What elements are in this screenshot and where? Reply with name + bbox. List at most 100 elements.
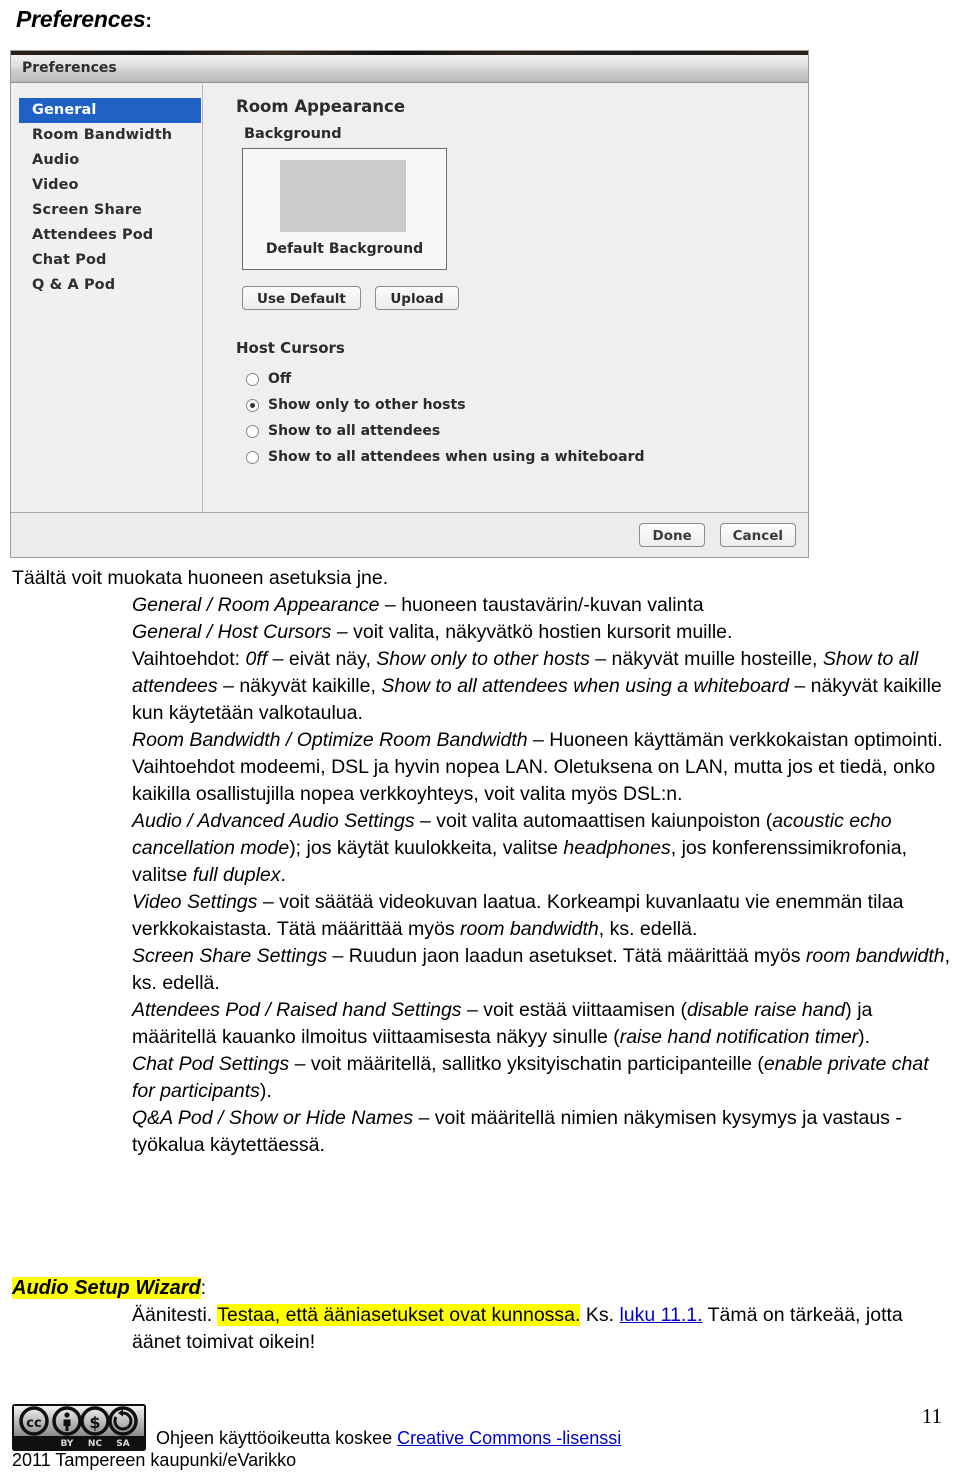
radio-icon <box>246 424 259 438</box>
section-title-room-appearance: Room Appearance <box>236 97 406 116</box>
option-hosts: Show only to other hosts <box>376 648 590 670</box>
item-room-bandwidth: Room Bandwidth / Optimize Room Bandwidth… <box>12 727 952 808</box>
svg-text:NC: NC <box>88 1439 103 1449</box>
radio-option-label: Off <box>268 371 292 387</box>
background-preview-box[interactable]: Default Background <box>242 148 447 270</box>
use-default-button[interactable]: Use Default <box>242 286 361 310</box>
dash: – <box>379 594 402 616</box>
copyright-line: 2011 Tampereen kaupunki/eVarikko <box>12 1450 297 1470</box>
group-label-host-cursors: Host Cursors <box>236 339 345 357</box>
background-thumbnail-caption: Default Background <box>265 241 424 257</box>
desc-room-appearance: huoneen taustavärin/-kuvan valinta <box>401 594 704 616</box>
radio-option-show-only-to-other-hosts[interactable]: Show only to other hosts <box>246 392 645 418</box>
upload-button[interactable]: Upload <box>375 286 459 310</box>
body-text: Täältä voit muokata huoneen asetuksia jn… <box>12 565 952 1159</box>
radio-option-show-to-all-attendees[interactable]: Show to all attendees <box>246 418 645 444</box>
radio-selected-icon <box>246 398 259 412</box>
term-chat-pod-settings: Chat Pod Settings <box>132 1053 290 1075</box>
option-all-tail: – näkyvät kaikille, <box>217 675 382 697</box>
creative-commons-link[interactable]: Creative Commons -lisenssi <box>397 1428 621 1448</box>
sidebar-nav-list: General Room Bandwidth Audio Video Scree… <box>11 98 202 298</box>
svg-text:$: $ <box>89 1413 100 1432</box>
dialog-title: Preferences <box>22 60 117 76</box>
page-title-text: Preferences <box>16 6 146 32</box>
svg-text:SA: SA <box>116 1439 129 1449</box>
option-hosts-tail: – näkyvät muille hosteille, <box>589 648 823 670</box>
audio-em-3: full duplex <box>192 864 281 886</box>
video-em-1: room bandwidth <box>460 918 599 940</box>
attendees-em-2: raise hand notification timer <box>619 1026 859 1048</box>
item-attendees-pod-settings: Attendees Pod / Raised hand Settings – v… <box>12 997 952 1051</box>
term-room-bandwidth: Room Bandwidth / Optimize Room Bandwidth <box>132 729 528 751</box>
sidebar-item-room-bandwidth[interactable]: Room Bandwidth <box>19 123 201 148</box>
sidebar-item-audio[interactable]: Audio <box>19 148 201 173</box>
page-number: 11 <box>921 1404 942 1428</box>
radio-option-off[interactable]: Off <box>246 366 645 392</box>
item-chat-pod-settings: Chat Pod Settings – voit määritellä, sal… <box>12 1051 952 1105</box>
audio-setup-wizard-colon: : <box>200 1277 207 1299</box>
audio-text-1: – voit valita automaattisen kaiunpoiston… <box>414 810 773 832</box>
radio-icon <box>246 450 259 464</box>
item-video-settings: Video Settings – voit säätää videokuvan … <box>12 889 952 943</box>
item-room-appearance: General / Room Appearance – huoneen taus… <box>12 592 952 619</box>
sidebar-item-general[interactable]: General <box>19 98 201 123</box>
sidebar-item-attendees-pod[interactable]: Attendees Pod <box>19 223 201 248</box>
radio-option-show-to-all-attendees-whiteboard[interactable]: Show to all attendees when using a white… <box>246 444 645 470</box>
item-qa-pod-settings: Q&A Pod / Show or Hide Names – voit määr… <box>12 1105 952 1159</box>
audio-em-2: headphones <box>563 837 671 859</box>
desc-host-cursors: voit valita, näkyvätkö hostien kursorit … <box>353 621 733 643</box>
svg-text:cc: cc <box>26 1416 41 1431</box>
page-title: Preferences: <box>16 6 152 33</box>
dialog-footer-buttons: Done Cancel <box>629 523 796 547</box>
video-text-2: , ks. edellä. <box>598 918 698 940</box>
audio-setup-wizard-section: Audio Setup Wizard: Äänitesti. Testaa, e… <box>12 1275 952 1356</box>
audio-setup-wizard-body: Äänitesti. Testaa, että ääniasetukset ov… <box>12 1302 952 1356</box>
attendees-text-3: ). <box>858 1026 871 1048</box>
item-audio-settings: Audio / Advanced Audio Settings – voit v… <box>12 808 952 889</box>
dash: – <box>331 621 354 643</box>
sidebar-item-qa-pod[interactable]: Q & A Pod <box>19 273 201 298</box>
sidebar-item-video[interactable]: Video <box>19 173 201 198</box>
option-whiteboard: Show to all attendees when using a white… <box>381 675 789 697</box>
audio-setup-wizard-heading: Audio Setup Wizard <box>12 1277 201 1299</box>
attendees-em-1: disable raise hand <box>687 999 846 1021</box>
license-text: Ohjeen käyttöoikeutta koskee <box>156 1428 398 1448</box>
screen-text-1: – Ruudun jaon laadun asetukset. Tätä mää… <box>327 945 806 967</box>
radio-option-label: Show to all attendees <box>268 423 441 439</box>
term-qa-pod-settings: Q&A Pod / Show or Hide Names <box>132 1107 414 1129</box>
license-line: Ohjeen käyttöoikeutta koskee Creative Co… <box>156 1428 621 1449</box>
attendees-text-1: – voit estää viittaamisen ( <box>461 999 687 1021</box>
dialog-body: General Room Bandwidth Audio Video Scree… <box>11 84 808 512</box>
radio-option-label: Show to all attendees when using a white… <box>268 449 645 465</box>
term-host-cursors: General / Host Cursors <box>132 621 332 643</box>
sidebar-item-chat-pod[interactable]: Chat Pod <box>19 248 201 273</box>
option-off-tail: – eivät näy, <box>267 648 377 670</box>
intro-paragraph: Täältä voit muokata huoneen asetuksia jn… <box>12 567 389 589</box>
chapter-link-11-1[interactable]: luku 11.1. <box>619 1304 702 1326</box>
background-thumbnail <box>280 160 406 232</box>
sidebar-item-screen-share[interactable]: Screen Share <box>19 198 201 223</box>
dialog-footer: Done Cancel <box>11 512 808 557</box>
radio-icon <box>246 372 259 386</box>
chat-text-2: ). <box>259 1080 272 1102</box>
radio-option-label: Show only to other hosts <box>268 397 466 413</box>
asw-after-highlight: Ks. <box>580 1304 620 1326</box>
audio-text-2: ); jos käytät kuulokkeita, valitse <box>289 837 564 859</box>
term-video-settings: Video Settings <box>132 891 258 913</box>
screen-em-1: room bandwidth <box>805 945 945 967</box>
host-cursors-radio-group: Off Show only to other hosts Show to all… <box>246 366 645 470</box>
term-room-appearance: General / Room Appearance <box>132 594 380 616</box>
page-title-colon: : <box>145 11 152 32</box>
asw-lead: Äänitesti. <box>132 1304 218 1326</box>
preferences-dialog: Preferences General Room Bandwidth Audio… <box>10 50 809 558</box>
done-button[interactable]: Done <box>639 523 706 547</box>
cancel-button[interactable]: Cancel <box>719 523 796 547</box>
dialog-titlebar[interactable]: Preferences <box>11 55 808 83</box>
svg-text:BY: BY <box>61 1439 74 1449</box>
term-attendees-pod-settings: Attendees Pod / Raised hand Settings <box>132 999 462 1021</box>
item-screen-share-settings: Screen Share Settings – Ruudun jaon laad… <box>12 943 952 997</box>
asw-highlighted-text: Testaa, että ääniasetukset ovat kunnossa… <box>217 1304 581 1326</box>
option-off: 0ff <box>245 648 268 670</box>
background-button-row: Use Default Upload <box>242 286 469 310</box>
audio-text-4: . <box>280 864 286 886</box>
